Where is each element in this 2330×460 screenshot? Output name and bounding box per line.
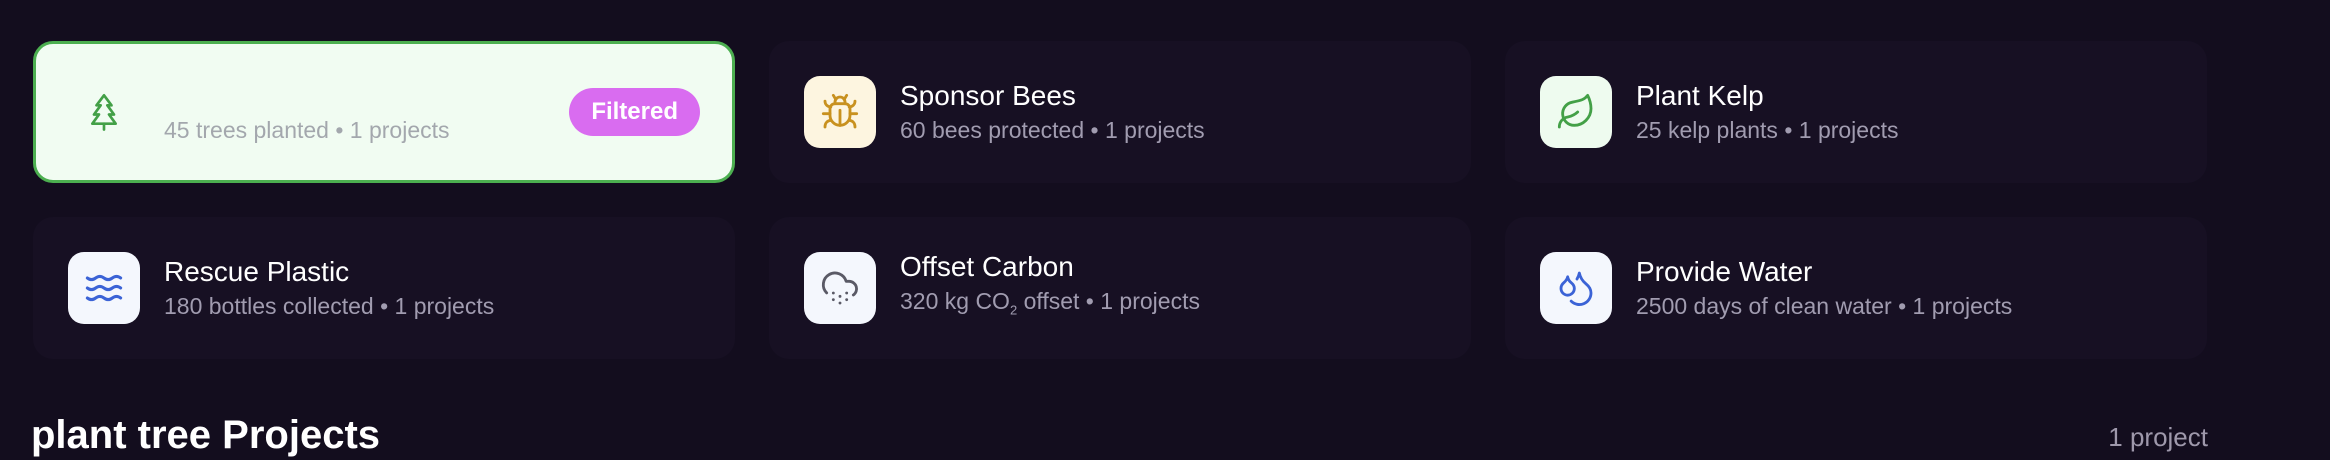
impact-category-grid: 45 trees planted • 1 projects Filtered S… [33, 41, 2208, 359]
leaf-icon-box [1540, 76, 1612, 148]
section-title: plant tree Projects [31, 413, 381, 457]
card-title: Offset Carbon [900, 251, 1074, 283]
bug-icon [821, 93, 859, 129]
category-card-provide-water[interactable]: Provide Water 2500 days of clean water •… [1505, 217, 2207, 359]
droplets-icon-box [1540, 252, 1612, 324]
tree-icon [91, 94, 117, 131]
filtered-badge[interactable]: Filtered [569, 88, 700, 136]
card-title: Plant Kelp [1636, 80, 1764, 111]
card-subtitle: 45 trees planted • 1 projects [164, 117, 450, 143]
card-subtitle: 180 bottles collected • 1 projects [164, 293, 495, 319]
category-card-sponsor-bees[interactable]: Sponsor Bees 60 bees protected • 1 proje… [769, 41, 1471, 183]
category-card-rescue-plastic[interactable]: Rescue Plastic 180 bottles collected • 1… [33, 217, 735, 359]
waves-icon [85, 274, 123, 302]
tree-icon-box [68, 76, 140, 148]
card-subtitle: 60 bees protected • 1 projects [900, 117, 1205, 143]
card-title [164, 79, 450, 113]
waves-icon-box [68, 252, 140, 324]
card-title: Rescue Plastic [164, 256, 350, 287]
card-title: Provide Water [1636, 256, 1813, 287]
category-card-offset-carbon[interactable]: Offset Carbon 320 kg CO2 offset • 1 proj… [769, 217, 1471, 359]
card-subtitle: 2500 days of clean water • 1 projects [1636, 293, 2013, 319]
co2-suffix: offset • 1 projects [1017, 288, 1200, 315]
co2-prefix: 320 kg CO [900, 288, 1010, 315]
category-card-plant-tree[interactable]: 45 trees planted • 1 projects Filtered [33, 41, 735, 183]
card-subtitle: 320 kg CO2 offset • 1 projects [900, 286, 1200, 326]
bug-icon-box [804, 76, 876, 148]
droplets-icon [1559, 271, 1593, 306]
card-subtitle: 25 kelp plants • 1 projects [1636, 117, 1899, 143]
category-card-plant-kelp[interactable]: Plant Kelp 25 kelp plants • 1 projects [1505, 41, 2207, 183]
project-count: 1 project [2108, 422, 2208, 452]
cloud-snow-icon [821, 271, 858, 305]
cloud-snow-icon-box [804, 252, 876, 324]
leaf-icon [1557, 93, 1593, 129]
card-title: Sponsor Bees [900, 80, 1076, 111]
